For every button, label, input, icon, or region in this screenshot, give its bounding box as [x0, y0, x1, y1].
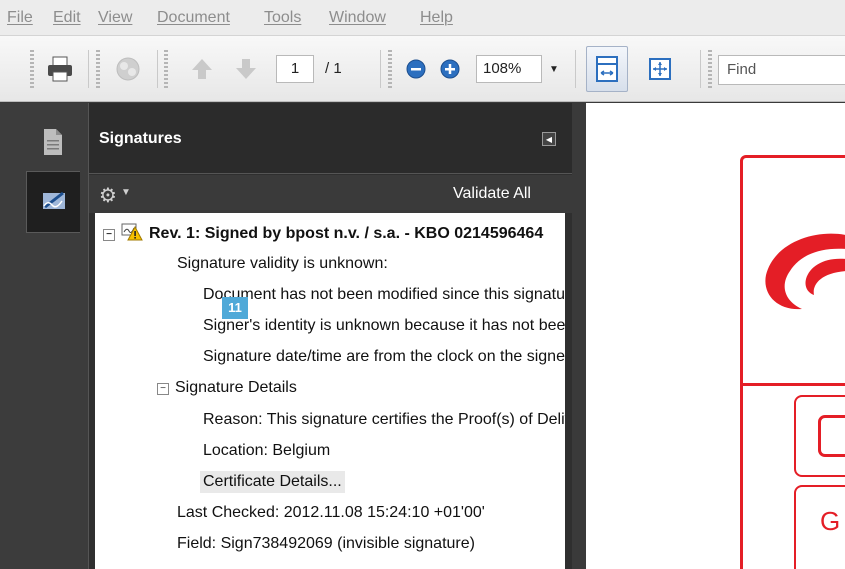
- chevron-down-icon[interactable]: ▼: [121, 187, 131, 198]
- identity-row: Signer's identity is unknown because it …: [203, 317, 565, 334]
- bpost-logo-icon: [765, 233, 845, 310]
- zoom-in-button[interactable]: [432, 50, 468, 88]
- warning-signature-icon: [121, 223, 143, 241]
- not-modified-row: Document has not been modified since thi…: [203, 286, 565, 303]
- toolbar-separator: [575, 50, 576, 88]
- fit-page-icon: [649, 58, 671, 80]
- document-box-inner: [818, 415, 845, 457]
- pages-button[interactable]: [26, 111, 80, 173]
- date-time-row: Signature date/time are from the clock o…: [203, 348, 565, 365]
- toolbar-separator: [700, 50, 701, 88]
- menu-edit[interactable]: Edit: [53, 9, 81, 27]
- next-page-button[interactable]: [228, 50, 264, 88]
- share-icon: [116, 57, 140, 81]
- signature-revision-row[interactable]: − Rev. 1: Signed by bpost n.v. / s.a. - …: [103, 223, 543, 243]
- certificate-details-link[interactable]: Certificate Details...: [200, 471, 345, 493]
- collapse-panel-button[interactable]: ◀: [542, 132, 556, 146]
- validate-all-button[interactable]: Validate All: [453, 185, 531, 203]
- panel-splitter[interactable]: [572, 103, 586, 569]
- revision-title: Rev. 1: Signed by bpost n.v. / s.a. - KB…: [149, 225, 544, 242]
- signatures-icon: [42, 191, 65, 209]
- document-view[interactable]: G: [586, 103, 845, 569]
- toolbar-separator: [88, 50, 89, 88]
- zoom-input[interactable]: 108%: [476, 55, 542, 83]
- validity-row: Signature validity is unknown:: [177, 255, 388, 272]
- panel-options-bar: ⚙ ▼ Validate All: [89, 175, 573, 213]
- toolbar-separator: [157, 50, 158, 88]
- location-row: Location: Belgium: [203, 442, 331, 459]
- toolbar-separator: [380, 50, 381, 88]
- find-input[interactable]: Find: [718, 55, 845, 85]
- panel-header: Signatures ◀: [89, 103, 573, 174]
- panel-title: Signatures: [99, 130, 182, 147]
- collapse-icon: ◀: [545, 134, 553, 144]
- toolbar: 1 / 1 108% ▼ Find: [0, 36, 845, 102]
- signature-details-label: Signature Details: [175, 379, 297, 396]
- zoom-out-button[interactable]: [398, 50, 434, 88]
- collapse-toggle[interactable]: −: [103, 229, 115, 241]
- document-divider: [740, 383, 845, 386]
- page-total: / 1: [325, 60, 342, 77]
- reason-row: Reason: This signature certifies the Pro…: [203, 411, 565, 428]
- fit-width-button[interactable]: [586, 46, 628, 92]
- print-icon: [48, 56, 72, 82]
- menu-view[interactable]: View: [98, 9, 132, 27]
- signatures-button[interactable]: [26, 171, 80, 233]
- toolbar-grip[interactable]: [30, 50, 34, 88]
- menu-help[interactable]: Help: [420, 9, 453, 27]
- prev-page-icon: [192, 59, 212, 79]
- toolbar-grip[interactable]: [708, 50, 712, 88]
- zoom-dropdown-icon: ▼: [549, 63, 559, 75]
- step-badge: 11: [222, 297, 248, 319]
- menu-window[interactable]: Window: [329, 9, 386, 27]
- signature-tree: − Rev. 1: Signed by bpost n.v. / s.a. - …: [95, 213, 565, 569]
- document-letter: G: [820, 506, 841, 536]
- zoom-dropdown-button[interactable]: ▼: [542, 50, 566, 88]
- collapse-toggle[interactable]: −: [157, 383, 169, 395]
- prev-page-button[interactable]: [184, 50, 220, 88]
- fit-page-button[interactable]: [642, 50, 678, 88]
- print-button[interactable]: [42, 50, 78, 88]
- gear-icon[interactable]: ⚙: [99, 183, 117, 208]
- toolbar-grip[interactable]: [96, 50, 100, 88]
- toolbar-grip[interactable]: [388, 50, 392, 88]
- last-checked-row: Last Checked: 2012.11.08 15:24:10 +01'00…: [177, 504, 485, 521]
- toolbar-grip[interactable]: [164, 50, 168, 88]
- menu-document[interactable]: Document: [157, 9, 230, 27]
- fit-width-icon: [596, 56, 618, 82]
- zoom-out-icon: [406, 59, 426, 79]
- signature-details-row[interactable]: − Signature Details: [157, 379, 297, 397]
- next-page-icon: [236, 59, 256, 79]
- field-row: Field: Sign738492069 (invisible signatur…: [177, 535, 475, 552]
- page-number-input[interactable]: 1: [276, 55, 314, 83]
- signatures-panel: Signatures ◀ ⚙ ▼ Validate All − Rev. 1: …: [88, 103, 573, 569]
- navigation-strip: [0, 103, 88, 569]
- pages-icon: [44, 129, 62, 155]
- menu-file[interactable]: File: [7, 9, 33, 27]
- share-button[interactable]: [110, 50, 146, 88]
- menu-bar: File Edit View Document Tools Window Hel…: [0, 0, 845, 36]
- zoom-in-icon: [440, 59, 460, 79]
- menu-tools[interactable]: Tools: [264, 9, 301, 27]
